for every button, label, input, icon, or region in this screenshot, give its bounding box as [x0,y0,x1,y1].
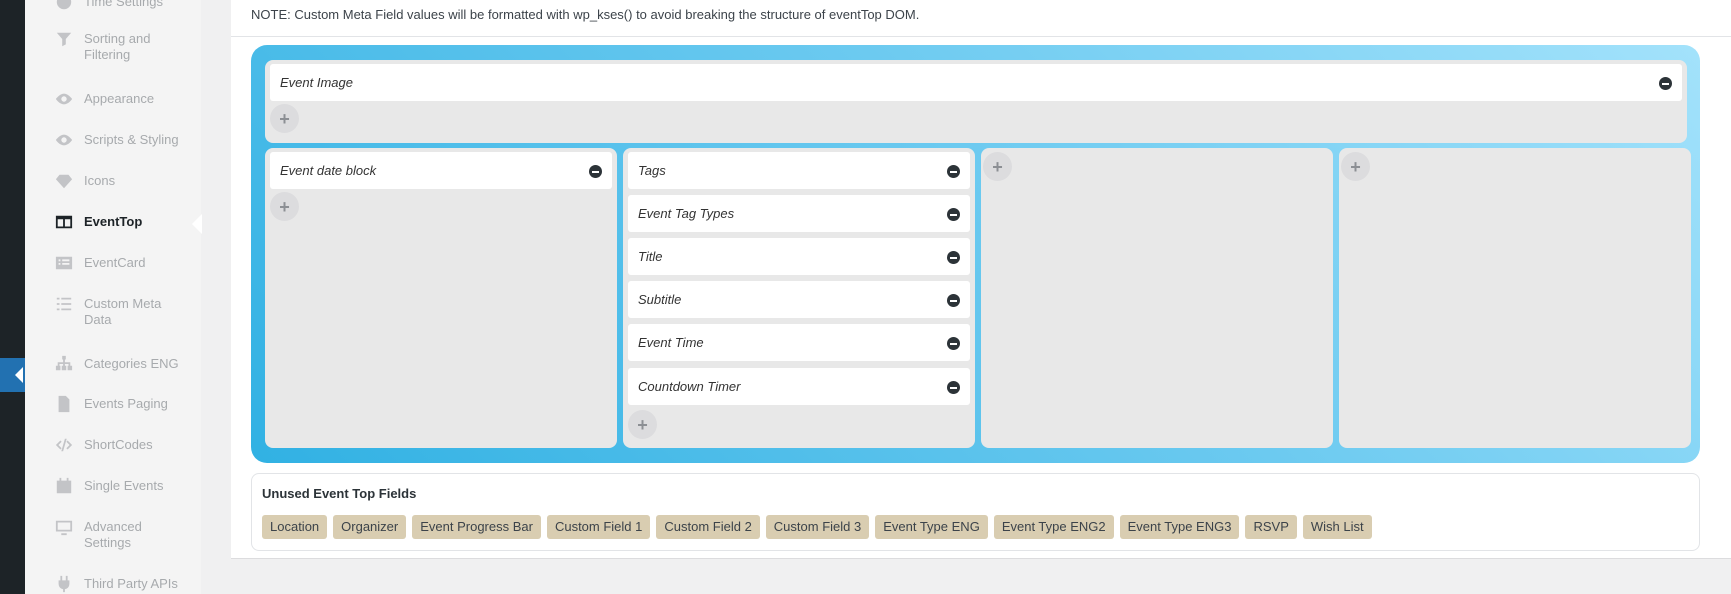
nav-item-label: Sorting and Filtering [84,31,151,62]
field-label: Tags [638,163,666,178]
nav-item-label: Single Events [84,478,164,493]
settings-nav: Time Settings Sorting and Filtering Appea… [25,0,202,594]
nav-item-label: Appearance [84,91,155,106]
nav-item-advanced-settings[interactable]: Advanced Settings [25,519,201,551]
layout-field[interactable]: Subtitle [628,281,970,318]
code-icon [54,437,74,453]
layout-field[interactable]: Countdown Timer [628,368,970,405]
nav-item-shortcodes[interactable]: ShortCodes [25,437,201,453]
layout-field[interactable]: Event date block [270,152,612,189]
unused-fields-list: Location Organizer Event Progress Bar Cu… [262,515,1372,539]
add-field-button[interactable]: + [628,410,657,439]
unused-field-chip[interactable]: Event Type ENG [875,515,988,539]
remove-icon[interactable] [947,208,960,221]
nav-item-label: Time Settings [84,0,163,9]
unused-field-chip[interactable]: Event Type ENG2 [993,515,1114,539]
remove-icon[interactable] [947,337,960,350]
unused-field-chip[interactable]: Location [262,515,328,539]
field-label: Event Image [280,75,353,90]
layout-column-3: + [981,148,1333,448]
layout-field[interactable]: Event Time [628,324,970,361]
nav-item-eventtop[interactable]: EventTop [25,214,202,234]
remove-icon[interactable] [589,165,602,178]
main-content: NOTE: Custom Meta Field values will be f… [231,0,1731,594]
filter-icon [54,31,74,47]
remove-icon[interactable] [1659,77,1672,90]
footer-strip [231,558,1731,594]
nav-item-time-settings[interactable]: Time Settings [25,0,201,10]
nav-item-label: Icons [84,173,116,188]
nav-item-label: Custom Meta Data [84,296,162,327]
unused-field-chip[interactable]: Organizer [333,515,407,539]
sitemap-icon [54,355,74,372]
unused-field-chip[interactable]: Custom Field 2 [656,515,760,539]
layout-field[interactable]: Title [628,238,970,275]
unused-field-chip[interactable]: Custom Field 1 [546,515,651,539]
nav-item-appearance[interactable]: Appearance [25,91,201,107]
unused-field-chip[interactable]: Event Type ENG3 [1119,515,1240,539]
eye-icon [54,91,74,107]
layout-column-2: Tags Event Tag Types Title Subtitle Even… [623,148,975,448]
remove-icon[interactable] [947,165,960,178]
layout-top-row: Event Image + [265,60,1687,143]
clock-icon [54,0,74,10]
nav-item-label: Events Paging [84,396,168,411]
eventtop-layout-board: Event Image + Event date block + Tags Ev… [251,45,1700,463]
field-label: Countdown Timer [638,379,741,394]
columns-icon [54,214,74,230]
list-icon [54,296,74,312]
add-field-button[interactable]: + [1341,152,1370,181]
layout-field[interactable]: Tags [628,152,970,189]
nav-item-icons[interactable]: Icons [25,173,201,189]
kses-note: NOTE: Custom Meta Field values will be f… [251,7,920,22]
nav-item-label: EventTop [84,214,143,229]
field-label: Event Tag Types [638,206,735,221]
layout-column-1: Event date block + [265,148,617,448]
nav-item-single-events[interactable]: Single Events [25,477,201,494]
nav-item-eventcard[interactable]: EventCard [25,255,201,271]
nav-item-third-party-apis[interactable]: Third Party APIs [25,575,201,593]
nav-item-scripts-styling[interactable]: Scripts & Styling [25,132,201,148]
divider [231,36,1731,37]
add-field-button[interactable]: + [983,152,1012,181]
nav-item-sorting-filtering[interactable]: Sorting and Filtering [25,31,201,63]
eye-icon [54,132,74,148]
unused-field-chip[interactable]: Event Progress Bar [412,515,541,539]
layout-field[interactable]: Event Tag Types [628,195,970,232]
add-field-button[interactable]: + [270,192,299,221]
nav-item-custom-meta-data[interactable]: Custom Meta Data [25,296,201,328]
wp-admin-active-item[interactable] [0,358,25,392]
nav-item-events-paging[interactable]: Events Paging [25,395,201,413]
field-label: Title [638,249,663,264]
unused-fields-title: Unused Event Top Fields [262,486,417,501]
file-icon [54,395,74,413]
layout-column-4: + [1339,148,1691,448]
nav-item-label: Advanced Settings [84,519,142,550]
layout-field[interactable]: Event Image [270,64,1682,101]
nav-item-label: Categories ENG [84,356,179,371]
field-label: Event Time [638,335,704,350]
remove-icon[interactable] [947,251,960,264]
remove-icon[interactable] [947,294,960,307]
nav-item-categories-eng[interactable]: Categories ENG [25,355,201,372]
wp-admin-menu-strip [0,0,25,594]
unused-fields-panel: Unused Event Top Fields Location Organiz… [251,473,1700,551]
nav-item-label: Third Party APIs [84,576,178,591]
field-label: Event date block [280,163,377,178]
add-field-button[interactable]: + [270,104,299,133]
unused-field-chip[interactable]: Wish List [1302,515,1372,539]
gem-icon [54,173,74,189]
list-card-icon [54,255,74,271]
unused-field-chip[interactable]: Custom Field 3 [765,515,870,539]
remove-icon[interactable] [947,381,960,394]
field-label: Subtitle [638,292,682,307]
nav-item-label: ShortCodes [84,437,153,452]
nav-item-label: EventCard [84,255,146,270]
plug-icon [54,575,74,593]
unused-field-chip[interactable]: RSVP [1245,515,1297,539]
calendar-icon [54,477,74,494]
nav-item-label: Scripts & Styling [84,132,179,147]
settings-icon [54,519,74,536]
